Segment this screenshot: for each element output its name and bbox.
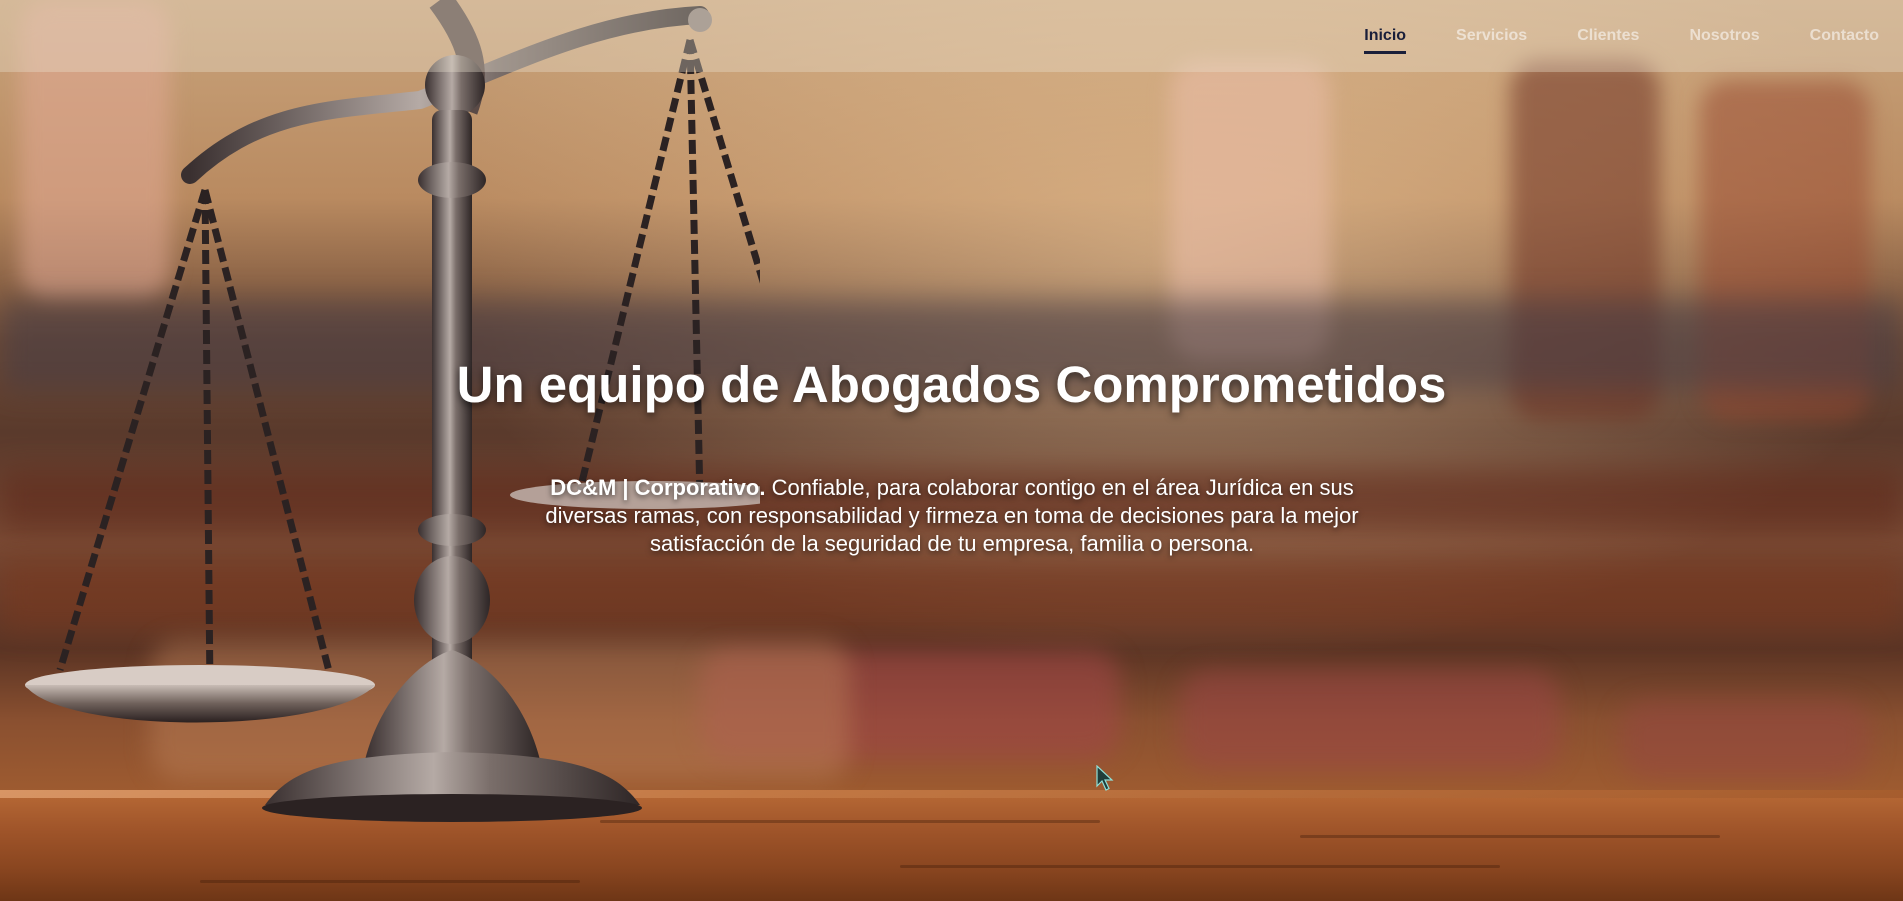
nav-link-inicio[interactable]: Inicio — [1364, 27, 1406, 54]
nav-link-servicios[interactable]: Servicios — [1456, 27, 1527, 45]
top-navbar: Inicio Servicios Clientes Nosotros Conta… — [0, 0, 1903, 72]
nav-link-clientes[interactable]: Clientes — [1577, 27, 1639, 45]
background-chair — [1180, 670, 1560, 770]
hero-title: Un equipo de Abogados Comprometidos — [456, 356, 1447, 413]
nav-link-nosotros[interactable]: Nosotros — [1689, 27, 1759, 45]
hero-tagline: DC&M | Corporativo. Confiable, para cola… — [530, 474, 1374, 558]
hero-section: Inicio Servicios Clientes Nosotros Conta… — [0, 0, 1903, 901]
nav-link-contacto[interactable]: Contacto — [1810, 27, 1879, 45]
scales-of-justice-image — [25, 0, 760, 822]
background-chair — [1620, 700, 1870, 780]
tagline-brand: DC&M | Corporativo. — [550, 475, 766, 500]
mouse-cursor-icon — [1096, 765, 1114, 791]
